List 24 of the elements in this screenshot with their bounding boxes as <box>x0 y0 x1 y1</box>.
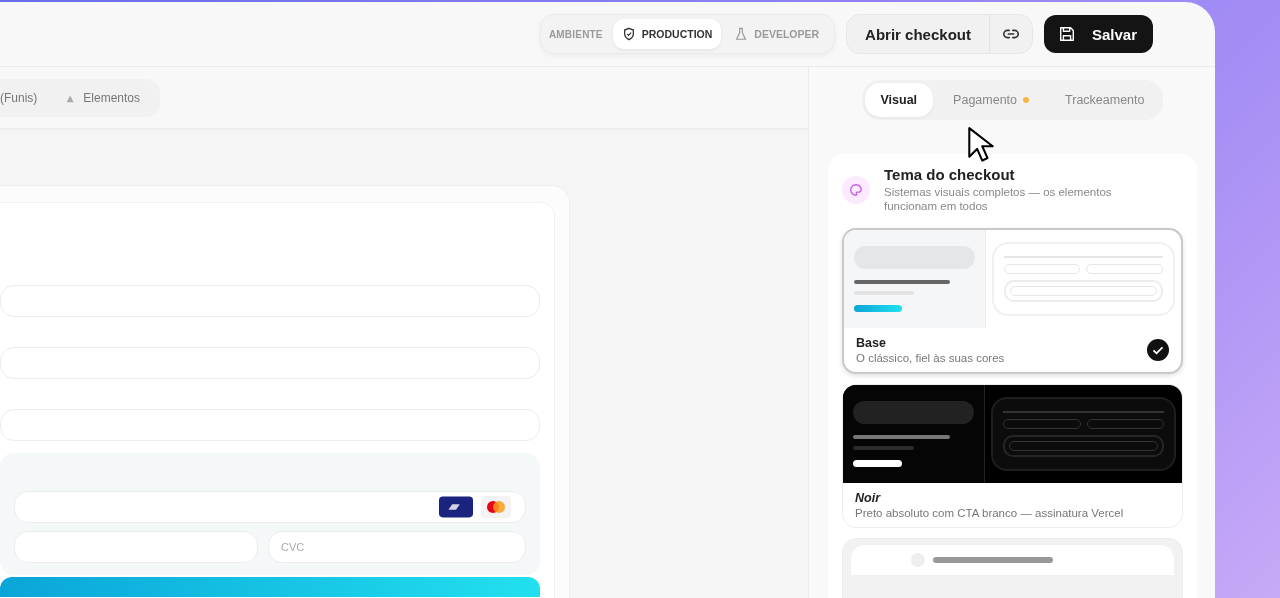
theme-option[interactable]: Base O clássico, fiel às suas cores <box>842 227 1183 374</box>
theme-name: Base <box>856 335 887 350</box>
shield-icon <box>621 27 636 41</box>
environment-option[interactable]: PRODUCTION <box>612 19 722 49</box>
flask-icon <box>734 27 749 41</box>
subnav-tab[interactable]: Elementos <box>65 90 141 105</box>
panel-tab[interactable]: Visual <box>864 83 934 117</box>
palette-icon <box>842 175 870 204</box>
card-number-field[interactable] <box>14 491 526 523</box>
mastercard-icon <box>481 496 511 518</box>
theme-description: O clássico, fiel às suas cores <box>856 351 1005 364</box>
cvc-field[interactable]: CVC <box>268 531 526 563</box>
subnav-tab[interactable]: (Funis) <box>0 90 38 105</box>
check-icon <box>1147 338 1169 361</box>
section-subtitle: Sistemas visuais completos — os elementos funcionam em todos <box>884 185 1113 214</box>
section-title: Tema do checkout <box>884 166 1016 183</box>
card-brand-icon <box>439 496 473 518</box>
theme-option[interactable]: Noir Preto absoluto com CTA branco — assinatura Vercel <box>842 383 1183 528</box>
theme-name: Noir <box>855 490 882 505</box>
theme-description: Preto absoluto com CTA branco — assinatura Vercel <box>855 506 1124 519</box>
checkout-button[interactable] <box>0 577 540 597</box>
save-icon <box>1057 25 1076 43</box>
save-button[interactable]: Salvar <box>1043 15 1153 53</box>
environment-label: AMBIENTE <box>548 28 604 40</box>
